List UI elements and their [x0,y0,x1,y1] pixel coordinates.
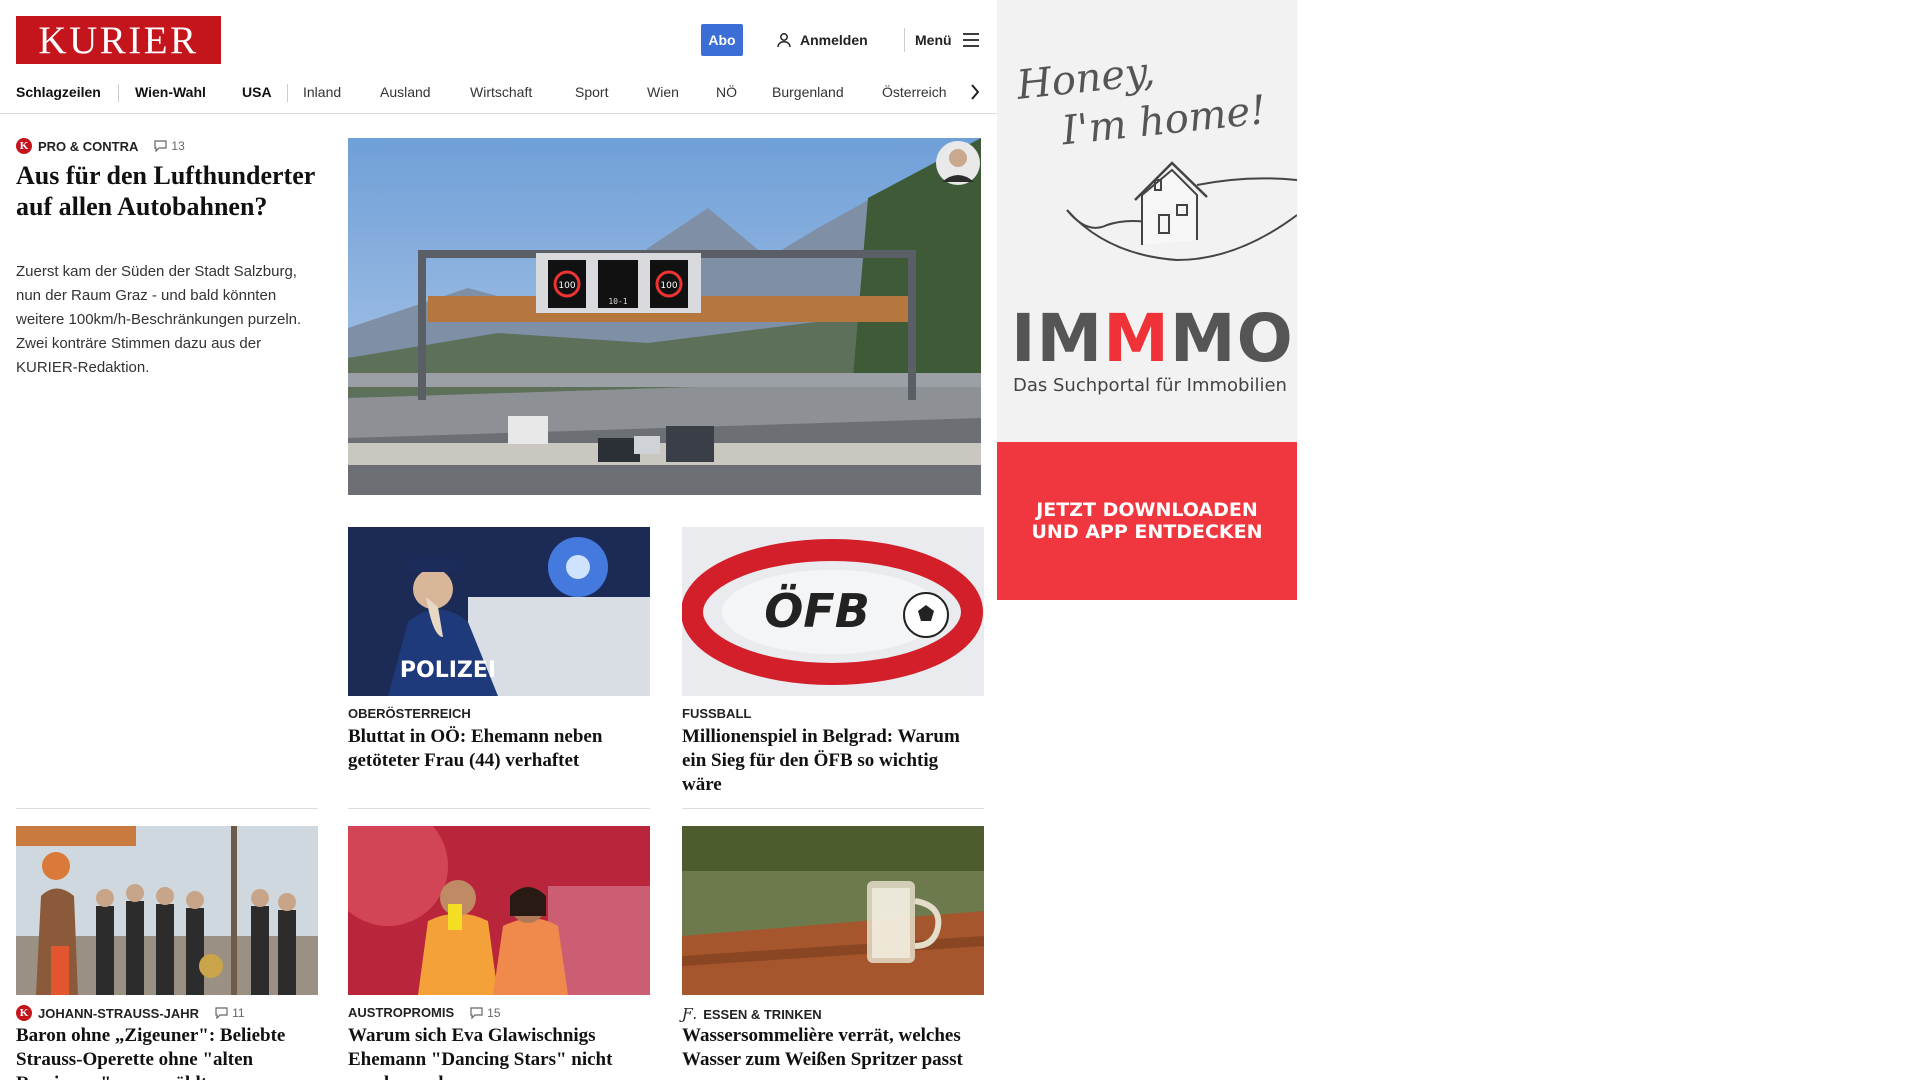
ad-cta-line-2: UND APP ENTDECKEN [1031,521,1263,543]
nav-separator [287,84,288,102]
abo-button[interactable]: Abo [701,24,743,56]
menu-button[interactable]: Menü [915,24,980,56]
nav-item-noe[interactable]: NÖ [716,80,737,104]
card-kicker-label: ESSEN & TRINKEN [703,1006,822,1022]
card-image-oefb[interactable]: ÖFB [682,527,984,696]
oefb-text: ÖFB [764,584,870,638]
lead-comment-count: 13 [171,139,185,153]
login-label: Anmelden [800,32,868,48]
card-image-wasser[interactable] [682,826,984,995]
nav-separator [118,84,119,102]
comment-icon [215,1007,228,1019]
page: KURIER Abo Anmelden Menü Schlagzeilen Wi… [0,0,1920,1080]
speed-sign-middle: 10-1 [608,297,627,306]
card-comment-count: 11 [232,1006,245,1020]
nav-item-wirtschaft[interactable]: Wirtschaft [470,80,532,104]
card-kicker-label: AUSTROPROMIS [348,1005,455,1020]
nav-item-schlagzeilen[interactable]: Schlagzeilen [16,80,101,104]
hamburger-icon [962,33,979,47]
polizei-text: POLIZEI [400,658,496,683]
nav-item-ausland[interactable]: Ausland [380,80,431,104]
card-comment-count: 15 [487,1005,501,1020]
nav-item-usa[interactable]: USA [242,80,272,104]
login-button[interactable]: Anmelden [776,24,868,56]
card-image-polizei[interactable]: POLIZEI [348,527,650,696]
card-kicker-label: FUSSBALL [682,706,752,721]
card-kicker-fussball[interactable]: FUSSBALL [682,706,751,721]
card-kicker-austropromis[interactable]: AUSTROPROMIS 15 [348,1005,501,1020]
kurier-logo[interactable]: KURIER [16,16,221,64]
card-image-strauss[interactable] [16,826,318,995]
genuss-icon: ƒ. [682,1005,698,1023]
nav-item-inland[interactable]: Inland [303,80,341,104]
card-kicker-label: JOHANN-STRAUSS-JAHR [38,1005,200,1021]
card-title-bluttat[interactable]: Bluttat in OÖ: Ehemann neben getöteter F… [348,725,648,773]
divider [16,808,318,809]
comment-icon [154,140,167,152]
card-comments[interactable]: 11 [215,1006,245,1020]
house-in-hand-illustration [1066,161,1297,262]
nav-item-wien-wahl[interactable]: Wien-Wahl [135,80,206,104]
card-title-wasser[interactable]: Wassersommelière verrät, welches Wasser … [682,1024,982,1072]
header-divider [904,28,905,52]
section-nav: Schlagzeilen Wien-Wahl USA Inland Auslan… [0,74,997,114]
card-kicker-strauss[interactable]: K JOHANN-STRAUSS-JAHR 11 [16,1005,245,1021]
nav-item-burgenland[interactable]: Burgenland [772,80,844,104]
lead-teaser: Zuerst kam der Süden der Stadt Salzburg,… [16,263,302,376]
comment-icon [470,1006,483,1019]
card-image-dancing-stars[interactable] [348,826,650,995]
card-comments[interactable]: 15 [470,1005,501,1020]
card-kicker-oberoesterreich[interactable]: OBERÖSTERREICH [348,706,471,721]
divider [682,808,984,809]
speed-sign-right: 100 [660,281,677,291]
ad-download-button[interactable]: JETZT DOWNLOADEN UND APP ENTDECKEN [997,442,1297,600]
menu-label: Menü [915,32,952,48]
immmo-wordmark: IMMMO [1011,300,1294,377]
news-column: KURIER Abo Anmelden Menü Schlagzeilen Wi… [0,0,997,1080]
immmo-ad[interactable]: Honey, I'm home! IMMMO Das Suchportal fü… [997,0,1297,600]
lead-comments[interactable]: 13 [154,139,185,153]
ad-script-text: Honey, I'm home! [1014,35,1269,160]
lead-title[interactable]: Aus für den Lufthunderter auf allen Auto… [16,160,316,222]
chevron-right-icon[interactable] [963,80,987,104]
card-kicker-label: OBERÖSTERREICH [348,706,471,721]
card-title-baron[interactable]: Baron ohne „Zigeuner": Beliebte Strauss-… [16,1024,316,1080]
card-title-glawischnig[interactable]: Warum sich Eva Glawischnigs Ehemann "Dan… [348,1024,648,1080]
lead-kicker-label: PRO & CONTRA [38,138,139,154]
user-icon [777,33,791,48]
ad-tagline: Das Suchportal für Immobilien [1013,375,1287,396]
nav-item-sport[interactable]: Sport [575,80,608,104]
kurier-plus-icon: K [16,1005,32,1021]
nav-item-oesterreich[interactable]: Österreich [882,80,947,104]
speed-sign-left: 100 [558,281,575,291]
card-title-belgrad[interactable]: Millionenspiel in Belgrad: Warum ein Sie… [682,725,982,797]
kurier-plus-icon: K [16,138,32,154]
lead-image[interactable]: 100 10-1 100 [348,138,981,495]
card-kicker-essen[interactable]: ƒ. ESSEN & TRINKEN [682,1005,822,1023]
nav-item-wien[interactable]: Wien [647,80,679,104]
divider [348,808,650,809]
ad-cta-line-1: JETZT DOWNLOADEN [1036,499,1258,521]
lead-kicker[interactable]: K PRO & CONTRA 13 [16,138,185,154]
